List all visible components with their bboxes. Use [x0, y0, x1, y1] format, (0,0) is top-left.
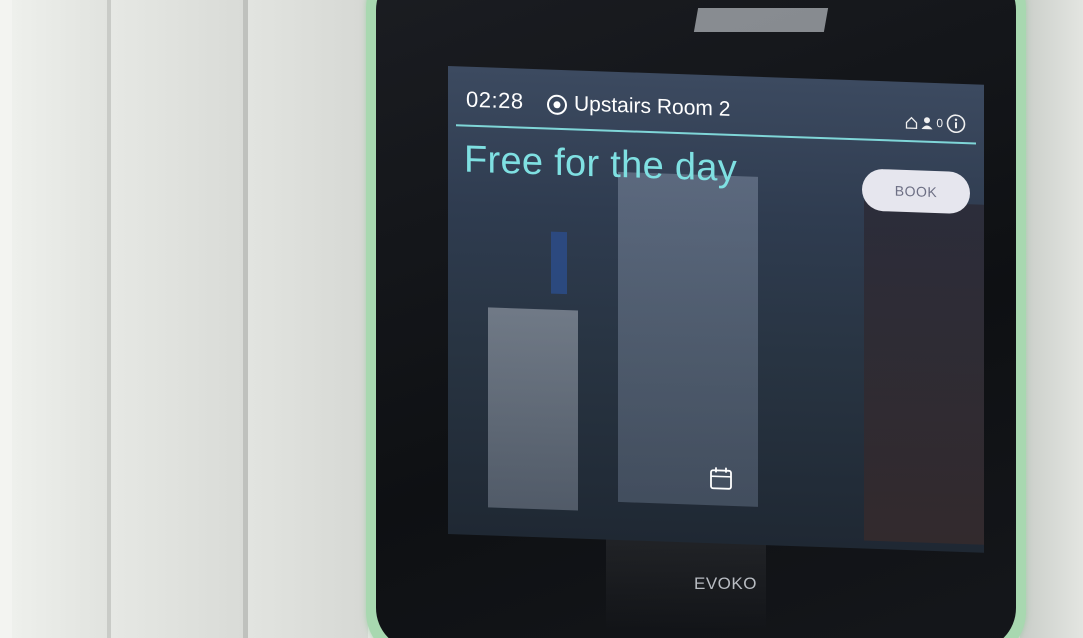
- background-reflection: [551, 231, 567, 295]
- device-face: 02:28 Upstairs Room 2 0 Free for the day…: [376, 0, 1016, 638]
- door-frame: [12, 0, 107, 638]
- location-icon: [546, 93, 568, 116]
- light-reflection: [693, 8, 829, 32]
- calendar-icon[interactable]: [708, 465, 734, 492]
- clock-time: 02:28: [466, 86, 524, 114]
- background-reflection: [488, 307, 578, 511]
- book-button[interactable]: BOOK: [862, 168, 970, 215]
- person-icon: [921, 116, 933, 129]
- room-booking-panel: 02:28 Upstairs Room 2 0 Free for the day…: [366, 0, 1026, 638]
- scene: 02:28 Upstairs Room 2 0 Free for the day…: [0, 0, 1083, 638]
- background-reflection: [864, 200, 984, 545]
- occupancy-count: 0: [936, 116, 943, 131]
- door-frame: [0, 0, 12, 638]
- brand-logo: EVOKO: [694, 574, 757, 593]
- availability-status: Free for the day: [464, 138, 738, 191]
- home-icon: [905, 115, 918, 129]
- status-icons: 0: [905, 112, 966, 134]
- touch-screen: 02:28 Upstairs Room 2 0 Free for the day…: [448, 66, 984, 553]
- door-frame: [111, 0, 243, 638]
- background-reflection: [618, 171, 758, 507]
- info-icon[interactable]: [946, 113, 966, 134]
- door-frame: [248, 0, 368, 638]
- wall: [1020, 0, 1083, 638]
- room-name: Upstairs Room 2: [574, 92, 731, 121]
